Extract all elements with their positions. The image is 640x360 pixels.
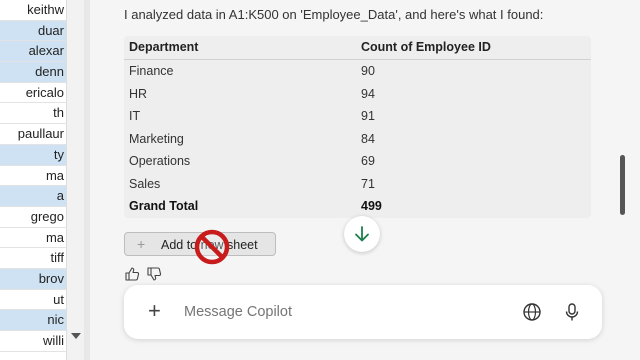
cell-total-label: Grand Total [129, 199, 199, 213]
scroll-down-arrow-icon[interactable] [71, 333, 81, 339]
cell-department: IT [129, 109, 141, 123]
sheet-cell[interactable]: nic [0, 310, 66, 331]
copilot-response-text: I analyzed data in A1:K500 on 'Employee_… [124, 7, 544, 22]
attach-plus-icon[interactable]: + [148, 298, 161, 324]
sheet-cell[interactable]: denn [0, 62, 66, 83]
globe-icon[interactable] [522, 302, 542, 322]
cell-count: 71 [361, 176, 375, 191]
cell-count: 69 [361, 154, 375, 168]
summary-table: Department Count of Employee ID Finance … [124, 36, 591, 218]
sheet-cell[interactable]: alexar [0, 41, 66, 63]
arrow-down-icon [355, 226, 369, 242]
sheet-cell[interactable]: grego [0, 207, 66, 228]
no-entry-icon [194, 229, 230, 265]
cell-department: Finance [129, 64, 174, 78]
microphone-icon[interactable] [562, 302, 582, 322]
spreadsheet-column: keithw duar alexar denn ericalo th paull… [0, 0, 66, 360]
sheet-cell[interactable]: ut [0, 290, 66, 311]
table-header: Department Count of Employee ID [124, 36, 591, 60]
pane-scrollbar-thumb[interactable] [620, 155, 625, 215]
sheet-cell[interactable]: th [0, 103, 66, 125]
column-scrollbar[interactable] [66, 0, 84, 360]
cell-department: Sales [129, 176, 161, 191]
sheet-cell[interactable]: tiff [0, 248, 66, 269]
table-row: Marketing 84 [124, 128, 591, 150]
sheet-cell[interactable]: keithw [0, 0, 66, 21]
header-department: Department [129, 40, 199, 54]
cell-count: 84 [361, 131, 375, 146]
message-composer: + [124, 285, 602, 339]
header-count: Count of Employee ID [361, 40, 491, 54]
scroll-to-bottom-button[interactable] [344, 216, 380, 252]
plus-icon: + [137, 236, 146, 252]
cell-count: 90 [361, 64, 375, 78]
cell-department: Operations [129, 154, 191, 168]
sheet-cell[interactable]: willi [0, 331, 66, 352]
cell-count: 91 [361, 109, 375, 123]
sheet-cell[interactable]: a [0, 186, 66, 207]
table-row: Sales 71 [124, 173, 591, 195]
sheet-cell[interactable]: ty [0, 144, 66, 166]
table-total-row: Grand Total 499 [124, 195, 591, 217]
table-row: Finance 90 [124, 60, 591, 82]
cell-count: 94 [361, 86, 375, 101]
sheet-cell[interactable]: paullaur [0, 124, 66, 145]
copilot-pane: I analyzed data in A1:K500 on 'Employee_… [90, 0, 640, 360]
sheet-cell[interactable]: duar [0, 20, 66, 42]
thumbs-down-icon[interactable] [146, 266, 162, 282]
table-row: Operations 69 [124, 150, 591, 172]
cell-department: Marketing [129, 131, 184, 146]
cell-total-value: 499 [361, 199, 382, 213]
message-input[interactable] [184, 304, 484, 320]
table-row: IT 91 [124, 105, 591, 127]
sheet-cell[interactable]: ma [0, 228, 66, 249]
sheet-cell[interactable]: ma [0, 166, 66, 187]
cell-department: HR [129, 86, 148, 101]
sheet-cell[interactable]: ericalo [0, 83, 66, 104]
table-row: HR 94 [124, 83, 591, 105]
thumbs-up-icon[interactable] [124, 266, 140, 282]
sheet-cell[interactable]: brov [0, 268, 66, 290]
